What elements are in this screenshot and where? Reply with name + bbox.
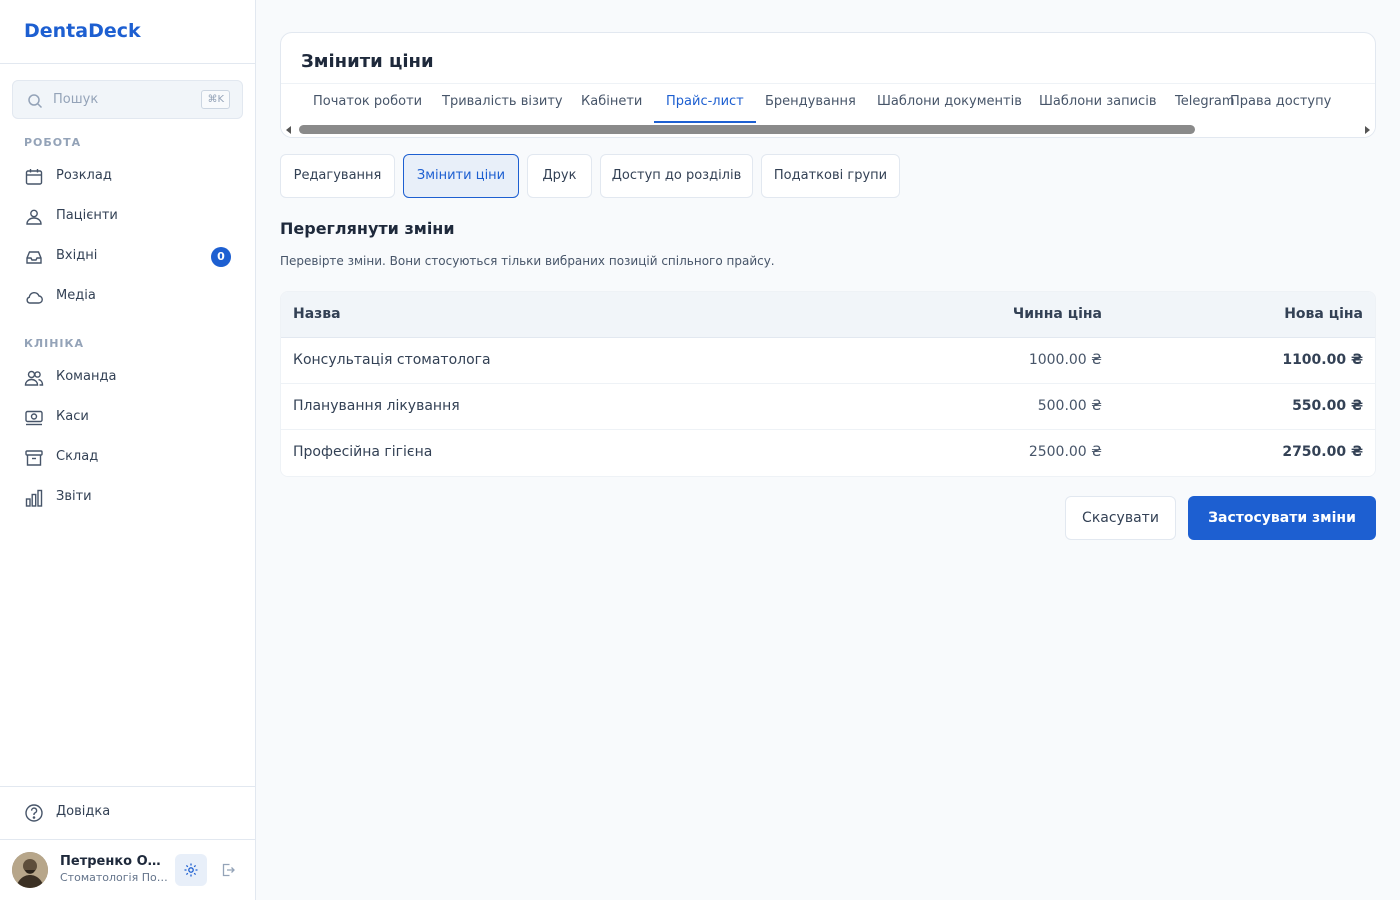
subtab-change-prices[interactable]: Змінити ціни [403, 154, 519, 198]
brand-logo[interactable]: DentaDeck [24, 20, 141, 42]
calendar-icon [25, 169, 43, 185]
section-label-work: РОБОТА [24, 136, 82, 149]
current-price: 2500.00 ₴ [1028, 444, 1102, 460]
sidebar-item-reports[interactable]: Звіти [12, 479, 243, 515]
logout-icon [222, 863, 235, 877]
tab-price-list[interactable]: Прайс-лист [654, 83, 756, 123]
sidebar-item-team[interactable]: Команда [12, 359, 243, 395]
current-price: 500.00 ₴ [1037, 398, 1102, 414]
sidebar-item-label: Пацієнти [56, 208, 118, 223]
search-shortcut: ⌘K [201, 90, 230, 109]
logout-button[interactable] [216, 854, 240, 886]
review-title: Переглянути зміни [280, 219, 455, 238]
new-price: 550.00 ₴ [1292, 398, 1363, 414]
search-icon [28, 94, 43, 109]
sidebar-item-help[interactable]: Довідка [12, 794, 243, 830]
service-name: Планування лікування [293, 398, 460, 414]
sidebar-item-schedule[interactable]: Розклад [12, 158, 243, 194]
inbox-count-badge: 0 [211, 247, 231, 267]
table-header: Назва Чинна ціна Нова ціна [281, 292, 1375, 338]
divider [0, 839, 255, 840]
sidebar: DentaDeck Пошук ⌘K РОБОТА Розклад Пацієн… [0, 0, 256, 900]
column-header-current-price: Чинна ціна [1012, 306, 1102, 322]
new-price: 1100.00 ₴ [1282, 352, 1363, 368]
service-name: Консультація стоматолога [293, 352, 491, 368]
tabs-scrollbar[interactable] [281, 123, 1375, 137]
tab-getting-started[interactable]: Початок роботи [301, 83, 434, 123]
column-header-new-price: Нова ціна [1284, 306, 1363, 322]
scrollbar-thumb[interactable] [299, 125, 1195, 134]
scroll-right-arrow-icon[interactable] [1365, 126, 1370, 134]
avatar[interactable] [12, 852, 48, 888]
sidebar-item-label: Розклад [56, 168, 112, 183]
service-name: Професійна гігієна [293, 444, 433, 460]
tab-record-templates[interactable]: Шаблони записів [1027, 83, 1168, 123]
sidebar-item-cash[interactable]: Каси [12, 399, 243, 435]
patients-icon [26, 209, 42, 225]
user-clinic: Стоматологія Посмішка [60, 871, 168, 884]
tab-cabinets[interactable]: Кабінети [569, 83, 654, 123]
tab-access-rights[interactable]: Права доступу [1218, 83, 1343, 123]
sidebar-item-inbox[interactable]: Вхідні 0 [12, 238, 243, 274]
tab-visit-duration[interactable]: Тривалість візиту [430, 83, 575, 123]
tab-branding[interactable]: Брендування [753, 83, 868, 123]
search-input[interactable]: Пошук ⌘K [12, 80, 243, 119]
table-row: Професійна гігієна 2500.00 ₴ 2750.00 ₴ [281, 430, 1375, 476]
user-name: Петренко Олександр [60, 854, 168, 869]
tab-document-templates[interactable]: Шаблони документів [865, 83, 1034, 123]
cloud-icon [26, 291, 43, 304]
team-icon [24, 370, 44, 386]
inbox-icon [26, 251, 42, 264]
sidebar-item-label: Каси [56, 409, 89, 424]
search-placeholder: Пошук [53, 92, 99, 107]
sidebar-item-label: Команда [56, 369, 117, 384]
page-title: Змінити ціни [301, 51, 434, 72]
divider [0, 786, 255, 787]
subtab-tax-groups[interactable]: Податкові групи [761, 154, 900, 198]
settings-card: Змінити ціни Початок роботи Тривалість в… [280, 32, 1376, 138]
sidebar-item-warehouse[interactable]: Склад [12, 439, 243, 475]
current-price: 1000.00 ₴ [1028, 352, 1102, 368]
sidebar-item-patients[interactable]: Пацієнти [12, 198, 243, 234]
price-changes-table: Назва Чинна ціна Нова ціна Консультація … [280, 291, 1376, 477]
sidebar-item-label: Довідка [56, 804, 111, 819]
help-circle-icon [25, 804, 43, 822]
section-label-clinic: КЛІНІКА [24, 337, 85, 350]
new-price: 2750.00 ₴ [1282, 444, 1363, 460]
table-row: Консультація стоматолога 1000.00 ₴ 1100.… [281, 338, 1375, 384]
column-header-name: Назва [293, 306, 341, 322]
sidebar-item-label: Медіа [56, 288, 96, 303]
apply-changes-button[interactable]: Застосувати зміни [1188, 496, 1376, 540]
sidebar-item-label: Звіти [56, 489, 92, 504]
sidebar-item-media[interactable]: Медіа [12, 278, 243, 314]
subtab-print[interactable]: Друк [527, 154, 592, 198]
settings-button[interactable] [175, 854, 207, 886]
table-row: Планування лікування 500.00 ₴ 550.00 ₴ [281, 384, 1375, 430]
bar-chart-icon [25, 489, 43, 507]
subtab-editing[interactable]: Редагування [280, 154, 395, 198]
divider [0, 63, 255, 64]
sidebar-item-label: Склад [56, 449, 99, 464]
subtab-section-access[interactable]: Доступ до розділів [600, 154, 753, 198]
cancel-button[interactable]: Скасувати [1065, 496, 1176, 540]
cash-register-icon [25, 410, 43, 426]
scroll-left-arrow-icon[interactable] [286, 126, 291, 134]
sidebar-item-label: Вхідні [56, 248, 98, 263]
review-description: Перевірте зміни. Вони стосуються тільки … [280, 254, 775, 268]
gear-icon [184, 863, 198, 877]
archive-icon [25, 450, 43, 466]
